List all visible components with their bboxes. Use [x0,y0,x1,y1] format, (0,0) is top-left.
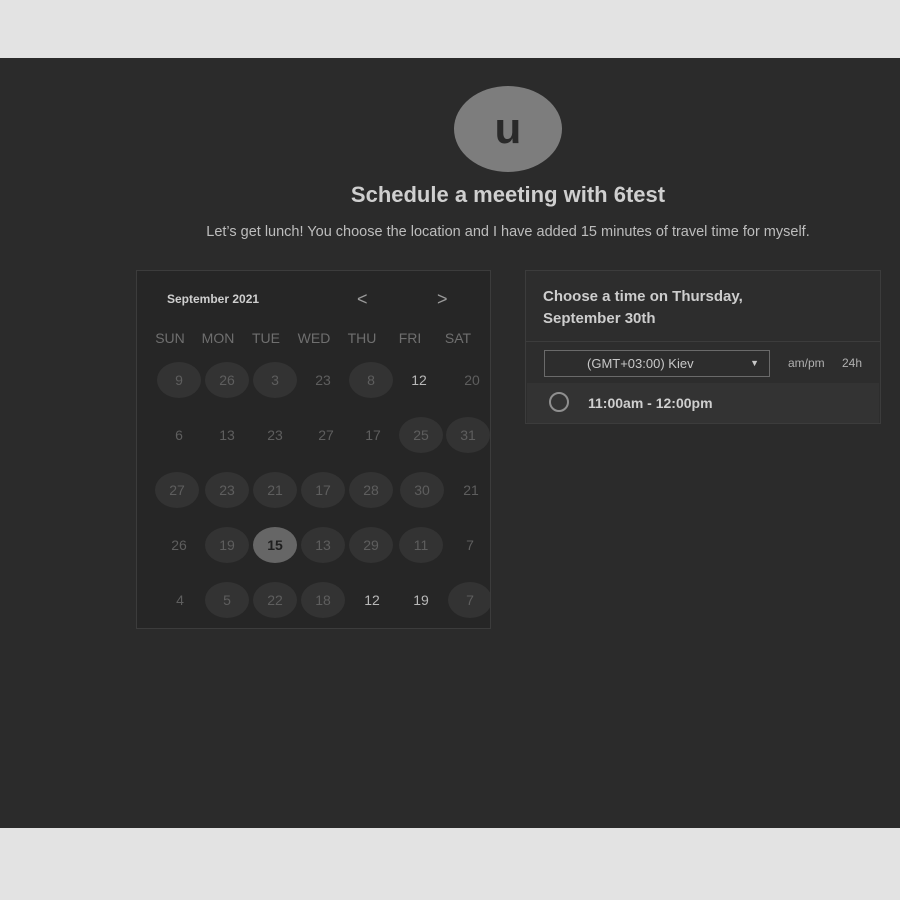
calendar-day[interactable]: 11 [399,527,443,563]
prev-month-button[interactable]: < [357,289,368,310]
calendar-day: 12 [411,372,427,388]
scheduler-panel: u Schedule a meeting with 6test Let’s ge… [0,58,900,828]
calendar-day[interactable]: 18 [301,582,345,618]
calendar-day: 27 [318,427,334,443]
divider [526,341,880,342]
calendar-day[interactable]: 28 [349,472,393,508]
time-picker-heading: Choose a time on Thursday, September 30t… [543,286,843,330]
calendar-day[interactable]: 17 [301,472,345,508]
calendar-day: 7 [466,537,474,553]
heading-line-1: Choose a time on Thursday, [543,288,743,305]
page-title: Schedule a meeting with 6test [350,182,666,207]
calendar-day[interactable]: 25 [399,417,443,453]
page-subtitle: Let’s get lunch! You choose the location… [206,224,810,240]
format-24h-toggle[interactable]: 24h [842,356,862,370]
calendar-day[interactable]: 29 [349,527,393,563]
calendar-day: 12 [364,592,380,608]
calendar-day: 17 [365,427,381,443]
time-picker: Choose a time on Thursday, September 30t… [525,270,881,424]
calendar-day: 20 [464,372,480,388]
calendar-day[interactable]: 21 [253,472,297,508]
calendar-day-selected[interactable]: 15 [253,527,297,563]
calendar-day[interactable]: 7 [448,582,490,618]
calendar-day[interactable]: 3 [253,362,297,398]
calendar-day[interactable]: 27 [155,472,199,508]
weekday-sun: SUN [155,330,185,346]
calendar-day: 26 [171,537,187,553]
weekday-wed: WED [297,330,331,346]
calendar: September 2021 < > SUN MON TUE WED THU F… [136,270,491,629]
calendar-day: 21 [463,482,479,498]
calendar-day[interactable]: 9 [157,362,201,398]
caret-down-icon: ▼ [750,358,759,368]
format-ampm-toggle[interactable]: am/pm [788,356,825,370]
weekday-tue: TUE [252,330,280,346]
avatar-letter: u [494,104,522,153]
calendar-day[interactable]: 23 [205,472,249,508]
time-slot-label: 11:00am - 12:00pm [588,395,713,411]
weekday-mon: MON [201,330,235,346]
calendar-day[interactable]: 8 [349,362,393,398]
calendar-day: 6 [175,427,183,443]
calendar-day: 13 [219,427,235,443]
weekday-thu: THU [347,330,377,346]
heading-line-2: September 30th [543,310,656,327]
weekday-fri: FRI [398,330,422,346]
radio-icon[interactable] [549,392,569,412]
calendar-day[interactable]: 31 [446,417,490,453]
calendar-day[interactable]: 22 [253,582,297,618]
calendar-day: 19 [413,592,429,608]
weekday-sat: SAT [444,330,472,346]
calendar-day[interactable]: 19 [205,527,249,563]
calendar-month-label: September 2021 [167,292,260,306]
time-slot[interactable]: 11:00am - 12:00pm [527,383,879,423]
timezone-select[interactable]: (GMT+03:00) Kiev ▼ [544,350,770,377]
timezone-value: (GMT+03:00) Kiev [587,356,694,371]
calendar-day[interactable]: 26 [205,362,249,398]
next-month-button[interactable]: > [437,289,448,310]
calendar-day[interactable]: 5 [205,582,249,618]
calendar-day[interactable]: 13 [301,527,345,563]
avatar: u [454,86,562,172]
calendar-day: 4 [176,592,184,608]
calendar-day: 23 [267,427,283,443]
calendar-day[interactable]: 30 [400,472,444,508]
calendar-day: 23 [315,372,331,388]
